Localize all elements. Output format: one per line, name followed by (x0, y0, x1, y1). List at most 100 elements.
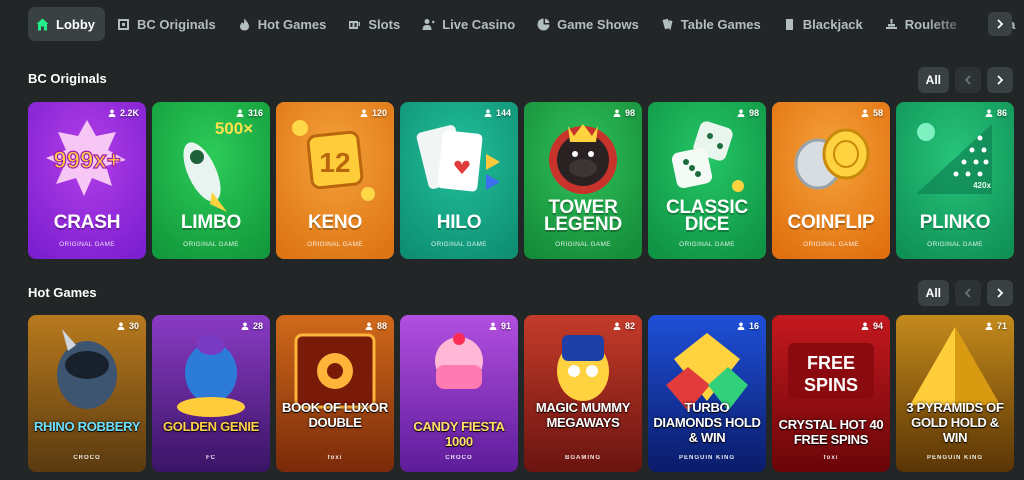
players-icon (985, 322, 993, 330)
player-count: 98 (613, 108, 635, 118)
game-card-classic-dice[interactable]: 98 CLASSIC DICE ORIGINAL GAME (648, 102, 766, 259)
provider-logo: FC (206, 455, 216, 461)
chevron-left-icon (964, 75, 971, 85)
player-count: 86 (985, 108, 1007, 118)
players-icon (365, 322, 373, 330)
player-count-value: 98 (624, 108, 635, 118)
game-card-tower-legend[interactable]: 98 TOWER LEGEND ORIGINAL GAME (524, 102, 642, 259)
game-art (524, 102, 642, 259)
game-show-icon (537, 18, 550, 30)
svg-text:FREE: FREE (807, 353, 855, 373)
game-card-magic-mummy-megaways[interactable]: 82 MAGIC MUMMY MEGAWAYS BGAMING (524, 315, 642, 472)
section-title-hot: Hot Games (28, 285, 97, 300)
tab-label: Hot Games (257, 16, 327, 32)
game-title: CLASSIC DICE (666, 197, 748, 235)
originals-next-button[interactable] (987, 67, 1013, 93)
game-card-keno[interactable]: 12 120 KENO ORIGINAL GAME (276, 102, 394, 259)
tab-table-games[interactable]: Table Games (653, 7, 771, 41)
players-icon (985, 109, 993, 117)
player-count-value: 120 (371, 108, 387, 118)
tab-roulette[interactable]: Roulette (877, 7, 967, 41)
originals-prev-button[interactable] (955, 67, 981, 93)
player-count: 94 (861, 321, 883, 331)
tab-bc-originals[interactable]: BC Originals (109, 7, 226, 41)
chevron-right-icon (997, 19, 1004, 29)
tab-hot-games[interactable]: Hot Games (230, 7, 337, 41)
tab-label: Slots (368, 16, 401, 32)
slot-machine-icon (349, 20, 361, 29)
game-art (524, 315, 642, 472)
game-title: CANDY FIESTA 1000 (413, 419, 505, 449)
game-art (152, 315, 270, 472)
tab-label: Live Casino (442, 16, 516, 32)
players-icon (489, 322, 497, 330)
game-card-crystal-hot-40-free-spins[interactable]: FREE SPINS 94 CRYSTAL HOT 40 FREE SPINS foxi (772, 315, 890, 472)
players-icon (737, 109, 745, 117)
players-icon (241, 322, 249, 330)
player-count-value: 2.2K (119, 108, 139, 118)
game-card-rhino-robbery[interactable]: 30 RHINO ROBBERY CROCO (28, 315, 146, 472)
game-card-crash[interactable]: 999x+ 2.2K CRASH ORIGINAL GAME (28, 102, 146, 259)
game-art: 420x (896, 102, 1014, 259)
player-count-value: 94 (872, 321, 883, 331)
players-icon (484, 109, 492, 117)
svg-text:500×: 500× (215, 119, 253, 138)
game-subtitle: ORIGINAL GAME (803, 241, 859, 248)
game-art (648, 315, 766, 472)
player-count-value: 58 (872, 108, 883, 118)
tab-game-shows[interactable]: Game Shows (529, 7, 649, 41)
provider-logo: PENGUIN KING (678, 455, 735, 461)
game-card-turbo-diamonds-hold-win[interactable]: 16 TURBO DIAMONDS HOLD & WIN PENGUIN KING (648, 315, 766, 472)
player-count: 120 (360, 108, 387, 118)
game-title: COINFLIP (787, 212, 875, 233)
originals-all-button[interactable]: All (917, 67, 949, 93)
game-title: KENO (307, 212, 363, 233)
game-title: TOWER LEGEND (544, 197, 622, 235)
provider-logo: CROCO (73, 455, 101, 461)
tab-lobby[interactable]: Lobby (28, 7, 105, 41)
game-art: 12 (276, 102, 394, 259)
player-count: 28 (241, 321, 263, 331)
game-card-3-pyramids-of-gold-hold-win[interactable]: 71 3 PYRAMIDS OF GOLD HOLD & WIN PENGUIN K… (896, 315, 1014, 472)
game-subtitle: ORIGINAL GAME (307, 241, 363, 248)
game-art (772, 102, 890, 259)
game-subtitle: ORIGINAL GAME (183, 241, 239, 248)
hot-prev-button[interactable] (955, 280, 981, 306)
game-subtitle: ORIGINAL GAME (431, 241, 487, 248)
nav-scroll-right-button[interactable] (988, 12, 1012, 36)
game-card-golden-genie[interactable]: 28 GOLDEN GENIE FC (152, 315, 270, 472)
player-count-value: 316 (247, 108, 263, 118)
game-title: GOLDEN GENIE (162, 419, 260, 434)
player-count: 30 (117, 321, 139, 331)
player-count: 16 (737, 321, 759, 331)
players-icon (737, 322, 745, 330)
player-count: 71 (985, 321, 1007, 331)
player-count: 98 (737, 108, 759, 118)
flame-icon (239, 18, 249, 30)
player-count: 2.2K (108, 108, 139, 118)
game-card-candy-fiesta-1000[interactable]: 91 CANDY FIESTA 1000 CROCO (400, 315, 518, 472)
players-icon (117, 322, 125, 330)
tab-label: BC Originals (137, 16, 216, 32)
blackjack-icon (785, 18, 793, 30)
hot-all-button[interactable]: All (917, 280, 949, 306)
player-count-value: 28 (252, 321, 263, 331)
chevron-right-icon (997, 75, 1004, 85)
provider-logo: PENGUIN KING (926, 455, 983, 461)
game-card-plinko[interactable]: 420x 86 PLINKO ORIGINAL GAME (896, 102, 1014, 259)
tab-blackjack[interactable]: Blackjack (775, 7, 873, 41)
originals-controls: All (917, 67, 1013, 93)
game-card-book-of-luxor-double[interactable]: 88 BOOK OF LUXOR DOUBLE foxi (276, 315, 394, 472)
live-dealer-icon (422, 18, 435, 30)
hot-next-button[interactable] (987, 280, 1013, 306)
game-card-coinflip[interactable]: 58 COINFLIP ORIGINAL GAME (772, 102, 890, 259)
player-count-value: 71 (996, 321, 1007, 331)
tab-live-casino[interactable]: Live Casino (414, 7, 525, 41)
game-card-hilo[interactable]: 144 HILO ORIGINAL GAME (400, 102, 518, 259)
game-card-limbo[interactable]: 500× 316 LIMBO ORIGINAL GAME (152, 102, 270, 259)
roulette-icon (885, 18, 897, 29)
tab-label: Lobby (56, 16, 95, 32)
game-title: CRASH (53, 212, 121, 233)
tab-slots[interactable]: Slots (340, 7, 410, 41)
players-icon (861, 322, 869, 330)
